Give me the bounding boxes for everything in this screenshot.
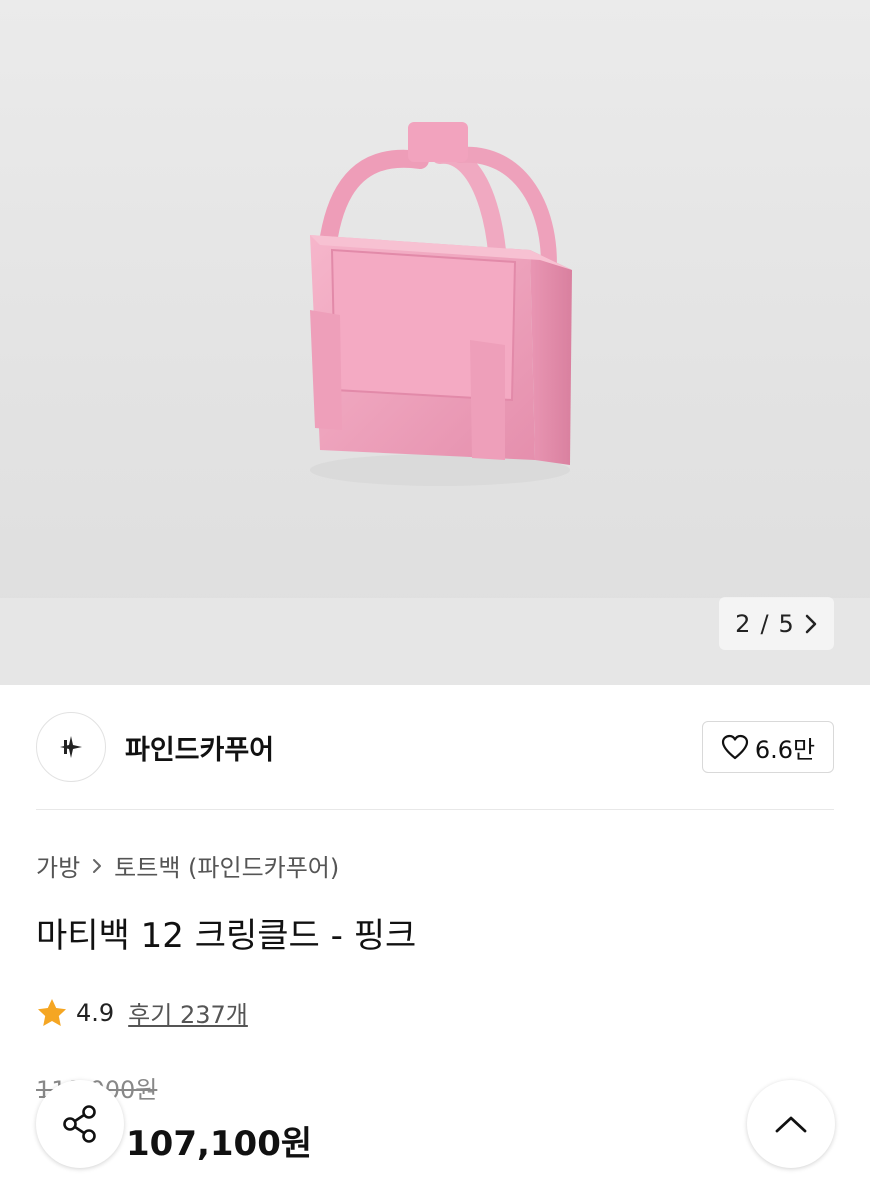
heart-outline-icon	[721, 734, 748, 760]
chevron-up-icon	[775, 1116, 807, 1133]
pager-current: 2	[735, 609, 751, 638]
chevron-right-icon	[93, 858, 102, 873]
star-icon	[38, 998, 66, 1026]
gallery-pager[interactable]: 2 / 5	[719, 597, 834, 650]
product-title: 마티백 12 크링클드 - 핑크	[36, 916, 417, 956]
pager-total: 5	[778, 609, 794, 638]
product-rating: 4.9 후기 237개	[36, 995, 248, 1030]
product-image-gallery[interactable]: 2 / 5	[0, 0, 870, 685]
pager-separator: /	[760, 609, 769, 638]
chevron-right-icon	[805, 614, 817, 633]
section-divider	[36, 809, 834, 810]
share-button[interactable]	[36, 1080, 124, 1168]
breadcrumb-category[interactable]: 가방	[36, 848, 80, 883]
breadcrumb-subcategory[interactable]: 토트백 (파인드카푸어)	[114, 848, 339, 883]
like-button[interactable]: 6.6만	[702, 721, 834, 773]
scroll-top-button[interactable]	[747, 1080, 835, 1168]
seller-name[interactable]: 파인드카푸어	[125, 728, 274, 767]
sale-price: 107,100원	[126, 1124, 313, 1164]
share-icon	[63, 1105, 96, 1143]
review-count-link[interactable]: 후기 237개	[128, 995, 248, 1030]
product-photo	[310, 122, 572, 486]
seller-logo[interactable]	[36, 712, 106, 782]
brand-logo-icon	[60, 736, 82, 758]
rating-value: 4.9	[76, 998, 115, 1027]
seller-info[interactable]: 파인드카푸어	[36, 712, 274, 782]
breadcrumb: 가방 토트백 (파인드카푸어)	[36, 848, 339, 883]
like-count: 6.6만	[754, 735, 816, 764]
